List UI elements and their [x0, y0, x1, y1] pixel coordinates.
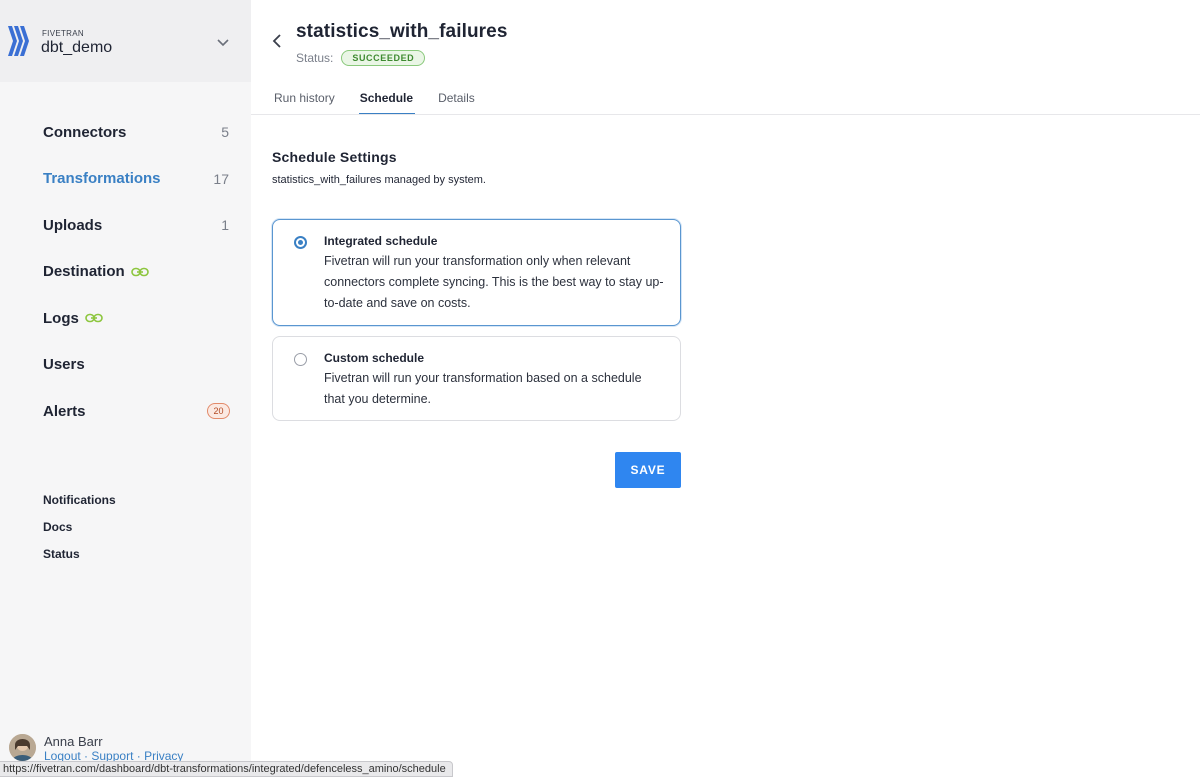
chevron-left-icon[interactable]	[271, 34, 283, 48]
status-badge: SUCCEEDED	[341, 50, 426, 66]
link-icon	[130, 267, 149, 277]
nav-item-label: Transformations	[43, 170, 161, 188]
option-title: Custom schedule	[324, 351, 425, 365]
nav-item-count: 5	[221, 124, 229, 141]
sidebar: FIVETRAN dbt_demo Connectors 5 Transform…	[0, 0, 251, 777]
nav-link-notifications[interactable]: Notifications	[43, 486, 116, 513]
brand-label: FIVETRAN	[42, 29, 84, 38]
account-switcher[interactable]: FIVETRAN dbt_demo	[0, 0, 251, 82]
nav-link-status[interactable]: Status	[43, 540, 116, 567]
nav-item-count: 17	[213, 170, 229, 187]
custom-schedule-option[interactable]: Custom schedule Fivetran will run your t…	[272, 336, 681, 421]
main-nav: Connectors 5 Transformations 17 Uploads …	[0, 109, 251, 435]
integrated-schedule-option[interactable]: Integrated schedule Fivetran will run yo…	[272, 219, 681, 326]
option-description: Fivetran will run your transformation ba…	[324, 371, 642, 406]
secondary-nav: Notifications Docs Status	[43, 486, 116, 567]
tab-schedule[interactable]: Schedule	[358, 85, 416, 115]
nav-item-uploads[interactable]: Uploads 1	[0, 202, 251, 249]
link-icon	[85, 313, 103, 323]
nav-item-transformations[interactable]: Transformations 17	[0, 156, 251, 203]
nav-item-users[interactable]: Users	[0, 342, 251, 389]
avatar[interactable]	[9, 734, 36, 761]
nav-item-label: Uploads	[43, 216, 103, 234]
nav-item-alerts[interactable]: Alerts 20	[0, 388, 251, 435]
nav-item-label: Logs	[43, 309, 79, 327]
section-title: Schedule Settings	[272, 149, 397, 165]
status-row: Status: SUCCEEDED	[296, 50, 426, 66]
alert-count-badge: 20	[207, 403, 230, 420]
main-content: statistics_with_failures Status: SUCCEED…	[251, 0, 1200, 777]
status-label: Status:	[296, 51, 334, 65]
nav-item-label: Alerts	[43, 402, 86, 420]
user-name: Anna Barr	[44, 734, 103, 749]
chevron-down-icon[interactable]	[217, 38, 229, 48]
option-title: Integrated schedule	[324, 234, 438, 248]
tab-details[interactable]: Details	[438, 85, 475, 115]
tab-run-history[interactable]: Run history	[274, 85, 335, 115]
nav-item-label: Destination	[43, 263, 125, 281]
section-subtitle: statistics_with_failures managed by syst…	[272, 174, 486, 186]
tab-bar: Run history Schedule Details	[274, 85, 500, 115]
account-name: dbt_demo	[41, 39, 113, 56]
fivetran-logo-icon	[8, 26, 29, 56]
browser-status-url: https://fivetran.com/dashboard/dbt-trans…	[0, 761, 453, 777]
save-button[interactable]: SAVE	[615, 452, 681, 488]
nav-item-logs[interactable]: Logs	[0, 295, 251, 342]
nav-link-docs[interactable]: Docs	[43, 513, 116, 540]
avatar-image	[9, 734, 36, 761]
radio-button[interactable]	[294, 353, 307, 366]
nav-item-count: 1	[221, 217, 229, 234]
nav-item-label: Users	[43, 356, 85, 374]
divider	[251, 114, 1200, 115]
page-title: statistics_with_failures	[296, 21, 508, 42]
nav-item-destination[interactable]: Destination	[0, 249, 251, 296]
nav-item-connectors[interactable]: Connectors 5	[0, 109, 251, 156]
nav-item-label: Connectors	[43, 123, 127, 141]
radio-button-checked[interactable]	[294, 236, 307, 249]
option-description: Fivetran will run your transformation on…	[324, 254, 664, 310]
